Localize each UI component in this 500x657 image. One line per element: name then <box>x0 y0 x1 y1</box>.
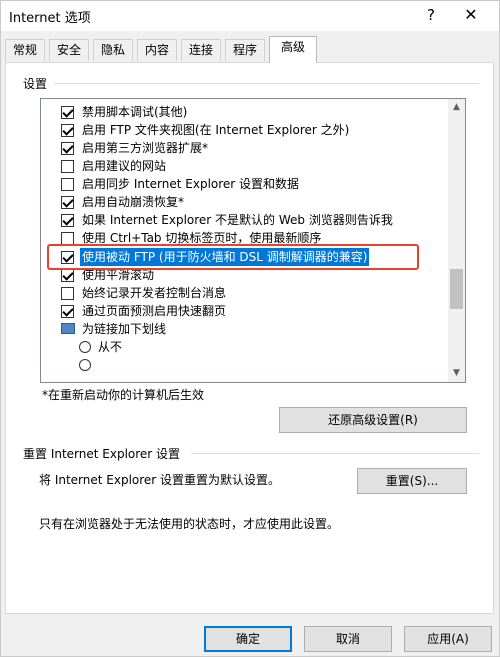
setting-label: 使用 Ctrl+Tab 切换标签页时，使用最新顺序 <box>82 231 322 245</box>
settings-divider <box>54 83 479 84</box>
title-bar: Internet 选项 ? ✕ <box>1 1 499 31</box>
radio-label: 从不 <box>98 340 123 354</box>
tab-security[interactable]: 安全 <box>49 39 89 61</box>
radio-button[interactable] <box>79 359 91 371</box>
setting-label: 启用自动崩溃恢复* <box>82 195 185 209</box>
help-button[interactable]: ? <box>416 3 446 27</box>
settings-list[interactable]: 禁用脚本调试(其他) 启用 FTP 文件夹视图(在 Internet Explo… <box>40 98 466 383</box>
group-label: 为链接加下划线 <box>82 322 167 336</box>
checkbox[interactable] <box>61 305 74 318</box>
checkbox[interactable] <box>61 160 74 173</box>
checkbox[interactable] <box>61 142 74 155</box>
tab-connections[interactable]: 连接 <box>181 39 221 61</box>
ok-button[interactable]: 确定 <box>204 626 292 652</box>
setting-label: 如果 Internet Explorer 不是默认的 Web 浏览器则告诉我 <box>82 213 393 227</box>
advanced-panel: 设置 禁用脚本调试(其他) 启用 FTP 文件夹视图(在 Internet Ex… <box>5 62 494 614</box>
setting-label: 通过页面预测启用快速翻页 <box>82 304 227 318</box>
setting-label: 启用第三方浏览器扩展* <box>82 141 209 155</box>
settings-section-label: 设置 <box>23 77 48 91</box>
window-title: Internet 选项 <box>9 11 91 26</box>
checkbox[interactable] <box>61 269 74 282</box>
checkbox[interactable] <box>61 214 74 227</box>
setting-label: 禁用脚本调试(其他) <box>82 105 188 119</box>
cancel-button[interactable]: 取消 <box>304 626 392 652</box>
checkbox[interactable] <box>61 124 74 137</box>
folder-icon <box>61 323 75 334</box>
vertical-scrollbar[interactable]: ▲ ▼ <box>448 99 465 382</box>
restore-advanced-button[interactable]: 还原高级设置(R) <box>279 407 467 433</box>
tab-general[interactable]: 常规 <box>5 39 45 61</box>
tab-programs[interactable]: 程序 <box>225 39 265 61</box>
reset-warning: 只有在浏览器处于无法使用的状态时，才应使用此设置。 <box>39 517 340 531</box>
scroll-up-icon[interactable]: ▲ <box>448 99 465 116</box>
checkbox[interactable] <box>61 251 74 264</box>
close-button[interactable]: ✕ <box>456 3 486 27</box>
setting-label: 启用同步 Internet Explorer 设置和数据 <box>82 177 300 191</box>
checkbox[interactable] <box>61 232 74 245</box>
reset-button[interactable]: 重置(S)... <box>357 468 467 494</box>
apply-button[interactable]: 应用(A) <box>404 626 492 652</box>
setting-label: 始终记录开发者控制台消息 <box>82 286 227 300</box>
checkbox[interactable] <box>61 287 74 300</box>
setting-label: 启用建议的网站 <box>82 159 167 173</box>
setting-label: 使用被动 FTP (用于防火墙和 DSL 调制解调器的兼容) <box>80 248 370 266</box>
restart-note: *在重新启动你的计算机后生效 <box>42 388 205 402</box>
tab-privacy[interactable]: 隐私 <box>93 39 133 61</box>
scroll-down-icon[interactable]: ▼ <box>448 365 465 382</box>
setting-label: 使用平滑滚动 <box>82 268 155 282</box>
tab-advanced[interactable]: 高级 <box>269 36 317 63</box>
reset-description: 将 Internet Explorer 设置重置为默认设置。 <box>39 473 281 487</box>
reset-section-label: 重置 Internet Explorer 设置 <box>23 447 181 461</box>
checkbox[interactable] <box>61 106 74 119</box>
internet-options-dialog: Internet 选项 ? ✕ 常规 安全 隐私 内容 连接 程序 高级 设置 … <box>0 0 500 657</box>
tab-content[interactable]: 内容 <box>137 39 177 61</box>
reset-divider <box>191 453 479 454</box>
radio-button[interactable] <box>79 341 91 353</box>
checkbox[interactable] <box>61 178 74 191</box>
scroll-thumb[interactable] <box>450 269 463 309</box>
setting-label: 启用 FTP 文件夹视图(在 Internet Explorer 之外) <box>82 123 350 137</box>
checkbox[interactable] <box>61 196 74 209</box>
